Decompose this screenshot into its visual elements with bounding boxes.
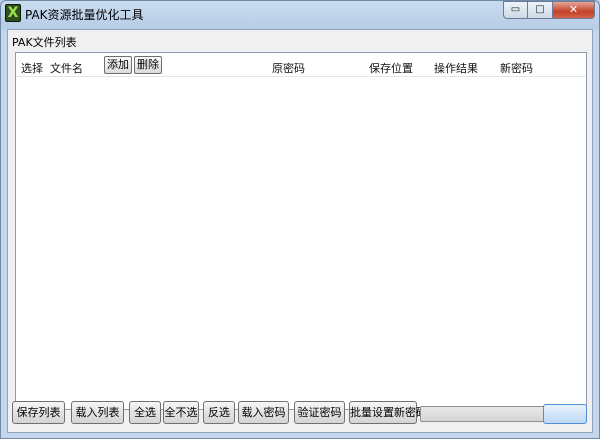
close-button[interactable]: ✕ — [553, 1, 595, 19]
column-select[interactable]: 选择 — [21, 60, 43, 76]
load-list-button[interactable]: 载入列表 — [71, 401, 124, 424]
select-none-button[interactable]: 全不选 — [163, 401, 199, 424]
column-new-password[interactable]: 新密码 — [500, 60, 533, 76]
main-window: X PAK资源批量优化工具 ▭ □ ✕ PAK文件列表 选择 文件名 添加 删除… — [0, 0, 600, 439]
list-header: 选择 文件名 添加 删除 原密码 保存位置 操作结果 新密码 — [16, 53, 586, 77]
add-button[interactable]: 添加 — [104, 56, 132, 74]
batch-new-password-button[interactable]: 批量设置新密码 — [349, 401, 427, 424]
verify-password-button[interactable]: 验证密码 — [294, 401, 345, 424]
minimize-button[interactable]: ▭ — [503, 1, 528, 19]
invert-selection-button[interactable]: 反选 — [203, 401, 235, 424]
load-password-button[interactable]: 载入密码 — [238, 401, 289, 424]
pak-file-list[interactable]: 选择 文件名 添加 删除 原密码 保存位置 操作结果 新密码 — [15, 52, 587, 410]
app-icon: X — [5, 4, 21, 22]
window-title: PAK资源批量优化工具 — [25, 8, 144, 22]
title-bar[interactable]: X PAK资源批量优化工具 ▭ □ ✕ — [1, 1, 599, 27]
delete-button[interactable]: 删除 — [134, 56, 162, 74]
column-filename[interactable]: 文件名 — [50, 60, 83, 76]
maximize-button[interactable]: □ — [528, 1, 553, 19]
group-title: PAK文件列表 — [12, 36, 77, 49]
maximize-icon: □ — [535, 4, 545, 15]
caption-buttons: ▭ □ ✕ — [503, 1, 595, 19]
column-old-password[interactable]: 原密码 — [272, 60, 305, 76]
select-all-button[interactable]: 全选 — [129, 401, 161, 424]
column-result[interactable]: 操作结果 — [434, 60, 478, 76]
client-area: PAK文件列表 选择 文件名 添加 删除 原密码 保存位置 操作结果 新密码 保… — [7, 29, 593, 433]
bottom-toolbar: 保存列表 载入列表 全选 全不选 反选 载入密码 验证密码 批量设置新密码 — [12, 401, 590, 425]
column-save-location[interactable]: 保存位置 — [369, 60, 413, 76]
close-icon: ✕ — [568, 3, 579, 16]
progress-bar — [420, 404, 587, 424]
save-list-button[interactable]: 保存列表 — [12, 401, 65, 424]
progress-highlight — [543, 404, 587, 424]
minimize-icon: ▭ — [510, 4, 521, 15]
